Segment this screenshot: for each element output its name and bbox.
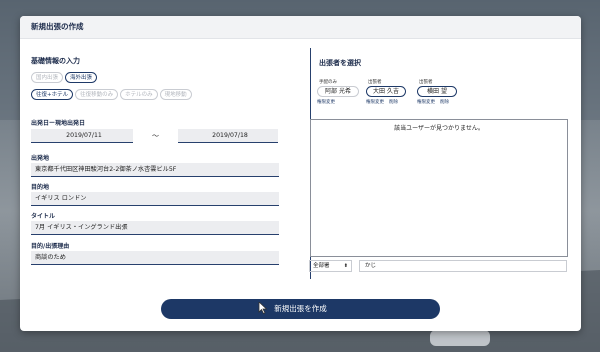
title-label: タイトル <box>31 213 56 220</box>
destination-label: 目的地 <box>31 184 50 191</box>
date-range-separator: 〜 <box>152 132 159 140</box>
modal-title: 新規出張の作成 <box>20 16 581 39</box>
change-permission-link[interactable]: 権限変更 <box>317 100 335 105</box>
traveler-card: 出張者 横田 望 権限変更 削除 <box>417 79 457 105</box>
chip-round-trip-only[interactable]: 往復移動のみ <box>75 89 119 100</box>
traveler-role: 出張者 <box>368 80 382 85</box>
basic-info-title: 基礎情報の入力 <box>31 57 80 65</box>
department-select[interactable]: 全部署 ⬍ <box>309 260 352 272</box>
mouse-cursor-icon <box>258 302 268 314</box>
no-users-message: 該当ユーザーが見つかりません。 <box>394 125 484 132</box>
traveler-title: 出張者を選択 <box>319 59 361 67</box>
dates-label: 出発日ー現地出発日 <box>31 120 86 127</box>
trip-type-chips: 往復+ホテル 往復移動のみ ホテルのみ 現地移動 <box>31 89 194 108</box>
traveler-card: 手配のみ 阿部 光希 権限変更 <box>317 79 359 105</box>
traveler-name-chip[interactable]: 横田 望 <box>417 86 457 97</box>
return-date-input[interactable]: 2019/07/18 <box>178 129 278 143</box>
chip-round-trip-hotel[interactable]: 往復+ホテル <box>31 89 74 100</box>
chip-overseas[interactable]: 海外出張 <box>65 72 98 83</box>
new-trip-modal: 新規出張の作成 基礎情報の入力 国内出張 海外出張 往復+ホテル 往復移動のみ ホテル… <box>20 16 581 331</box>
change-permission-link[interactable]: 権限変更 <box>366 100 384 105</box>
traveler-name-chip[interactable]: 阿部 光希 <box>317 86 359 97</box>
traveler-name-chip[interactable]: 大田 久吉 <box>366 86 406 97</box>
chip-hotel-only[interactable]: ホテルのみ <box>120 89 158 100</box>
traveler-role: 出張者 <box>419 80 433 85</box>
create-trip-button[interactable]: 新規出張を作成 <box>161 299 440 319</box>
title-input[interactable]: 7月 イギリス・イングランド出張 <box>31 221 279 235</box>
destination-input[interactable]: イギリス ロンドン <box>31 192 279 206</box>
user-search-input[interactable]: かじ <box>359 260 567 272</box>
chip-domestic[interactable]: 国内出張 <box>31 72 64 83</box>
origin-label: 出発地 <box>31 155 50 162</box>
basic-info-section: 基礎情報の入力 国内出張 海外出張 往復+ホテル 往復移動のみ ホテルのみ 現地移動 出… <box>31 56 301 265</box>
select-arrows-icon: ⬍ <box>343 263 348 269</box>
remove-traveler-link[interactable]: 削除 <box>389 100 398 105</box>
origin-input[interactable]: 東京都千代田区神田駿河台2-2御茶ノ水杏雲ビル5F <box>31 163 279 177</box>
departure-date-input[interactable]: 2019/07/11 <box>31 129 133 143</box>
purpose-label: 目的/出張理由 <box>31 243 70 250</box>
remove-traveler-link[interactable]: 削除 <box>440 100 449 105</box>
chip-local-transport[interactable]: 現地移動 <box>159 89 192 100</box>
change-permission-link[interactable]: 権限変更 <box>417 100 435 105</box>
traveler-card: 出張者 大田 久吉 権限変更 削除 <box>366 79 406 105</box>
purpose-input[interactable]: 商談のため <box>31 251 279 265</box>
user-search-results: 該当ユーザーが見つかりません。 <box>310 119 568 257</box>
traveler-role: 手配のみ <box>319 80 337 85</box>
